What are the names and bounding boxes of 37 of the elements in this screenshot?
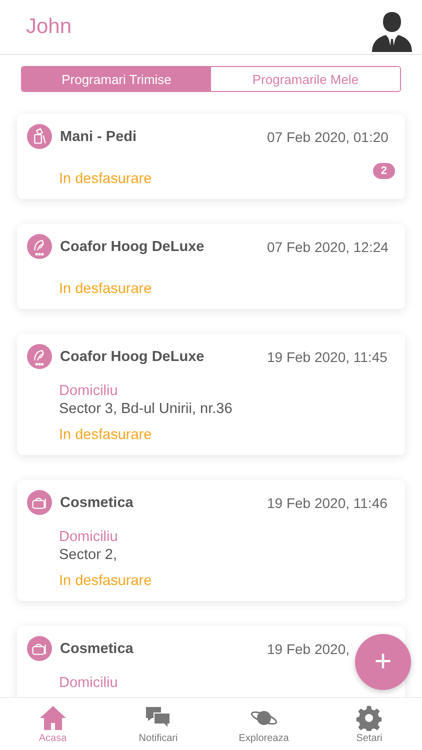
settings-icon	[355, 704, 384, 730]
hair-icon	[27, 344, 52, 369]
appointment-card[interactable]: Coafor Hoog DeLuxe 19 Feb 2020, 11:45 Domiciliu Sector 3, Bd-ul Unirii, nr.36 In desfasurare	[17, 334, 405, 455]
nav-tab[interactable]: Exploreaza	[211, 698, 316, 750]
appointment-card[interactable]: Mani - Pedi 07 Feb 2020, 01:20 In desfasurare 2	[17, 114, 405, 199]
salon-name: Cosmetica	[60, 494, 134, 510]
location-type: Domiciliu	[59, 675, 119, 691]
nav-tab[interactable]: Setari	[316, 698, 422, 750]
bag-icon	[27, 636, 52, 661]
appointment-date: 07 Feb 2020, 01:20	[267, 128, 390, 144]
appointment-card[interactable]: Coafor Hoog DeLuxe 07 Feb 2020, 12:24 In desfasurare	[17, 224, 405, 309]
nail-polish-icon	[27, 124, 52, 149]
user-name: John	[26, 15, 72, 39]
appointment-date: 19 Feb 2020,	[267, 640, 351, 656]
address-text: Sector 3, Bd-ul Unirii, nr.36	[59, 401, 234, 417]
nav-tab[interactable]: Notificari	[106, 698, 211, 750]
home-icon	[38, 704, 67, 730]
message-count: 2	[372, 163, 395, 179]
nav-tab[interactable]: Acasa	[0, 698, 106, 750]
tab[interactable]: Programari Trimise	[22, 67, 211, 91]
status-text: In desfasurare	[59, 171, 152, 187]
status-text: In desfasurare	[59, 573, 152, 589]
status-text: In desfasurare	[59, 281, 152, 297]
address-text: Sector 2,	[59, 547, 118, 563]
salon-name: Cosmetica	[60, 640, 134, 656]
hair-icon	[27, 234, 52, 259]
bag-icon	[27, 490, 52, 515]
salon-name: Mani - Pedi	[60, 128, 138, 144]
salon-name: Coafor Hoog DeLuxe	[60, 348, 206, 364]
location-type: Domiciliu	[59, 529, 119, 545]
salon-name: Coafor Hoog DeLuxe	[60, 238, 206, 254]
location-type: Domiciliu	[59, 383, 119, 399]
appointment-date: 07 Feb 2020, 12:24	[267, 238, 390, 254]
appointment-date: 19 Feb 2020, 11:46	[267, 494, 388, 510]
status-text: In desfasurare	[59, 427, 152, 443]
appointment-card[interactable]: Cosmetica 19 Feb 2020, 11:46 Domiciliu Sector 2, In desfasurare	[17, 480, 405, 601]
appointment-date: 19 Feb 2020, 11:45	[267, 348, 388, 364]
